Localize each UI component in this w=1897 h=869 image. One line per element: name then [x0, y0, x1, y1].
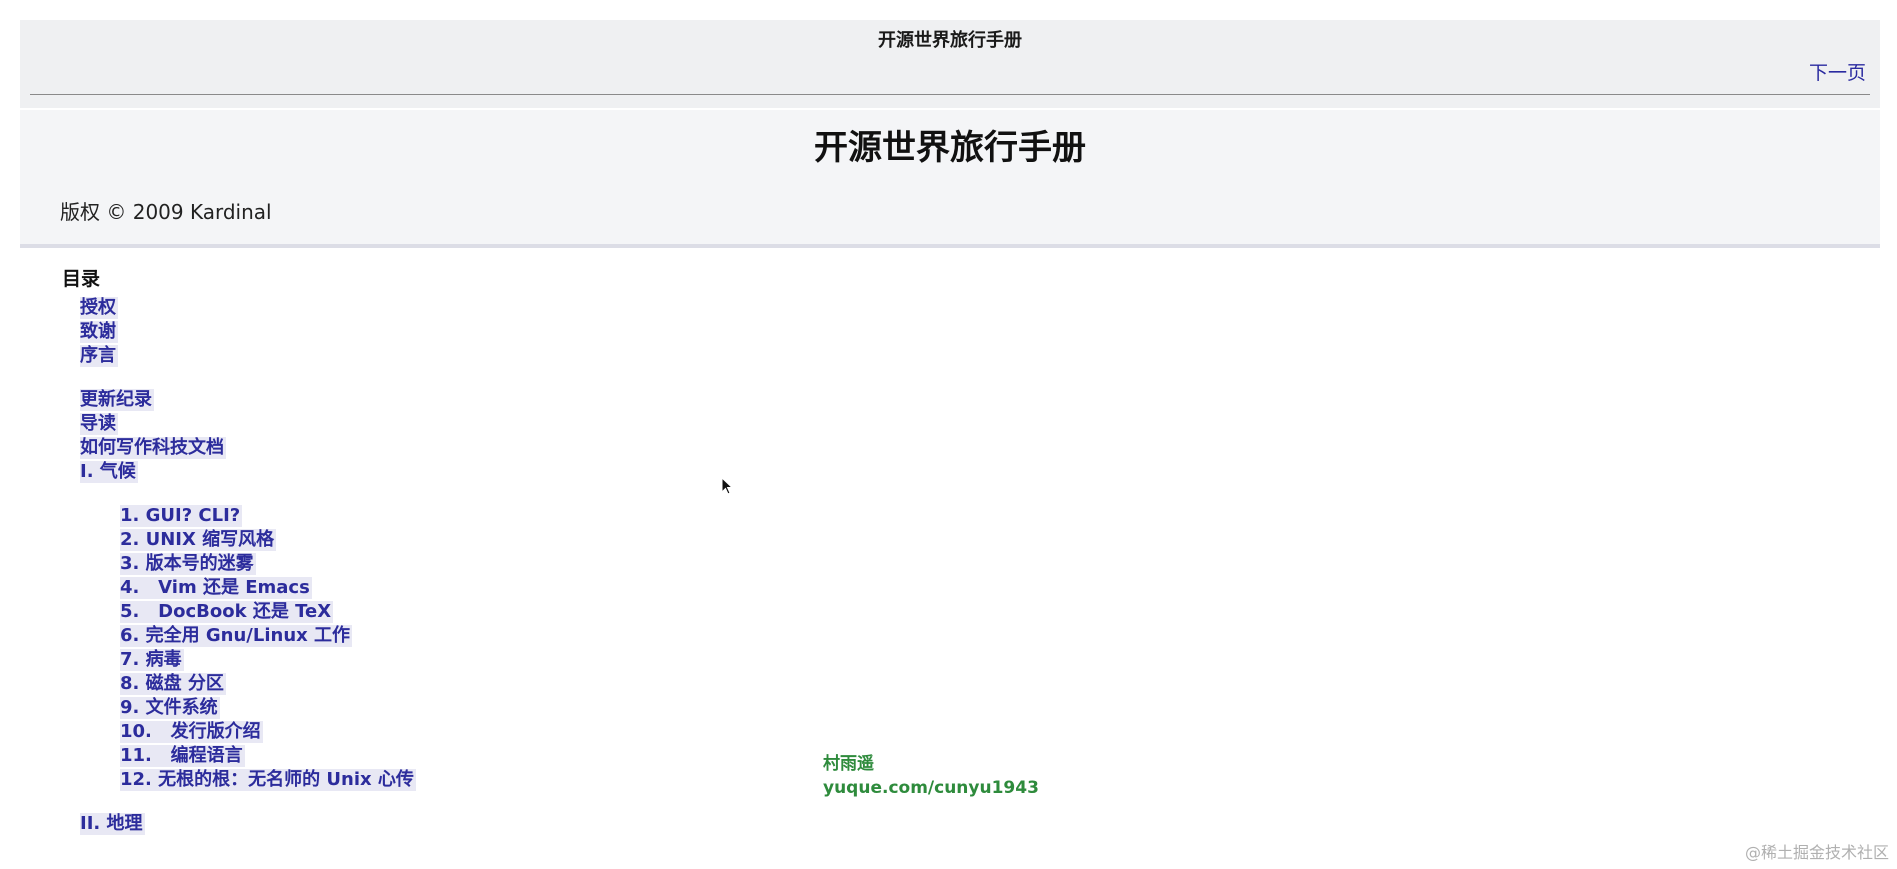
toc-link[interactable]: 8. 磁盘 分区 — [120, 673, 226, 695]
toc-item: 6. 完全用 Gnu/Linux 工作 — [62, 624, 762, 648]
toc-link[interactable]: 9. 文件系统 — [120, 697, 220, 719]
navigation-header: 开源世界旅行手册 下一页 — [20, 20, 1880, 108]
toc-item: II. 地理 — [62, 812, 762, 836]
toc-link[interactable]: 更新纪录 — [80, 389, 154, 411]
toc-item: 如何写作科技文档 — [62, 436, 762, 460]
toc-item: 2. UNIX 缩写风格 — [62, 528, 762, 552]
toc-link[interactable]: 3. 版本号的迷雾 — [120, 553, 256, 575]
toc-link[interactable]: 导读 — [80, 413, 118, 435]
toc-item: 9. 文件系统 — [62, 696, 762, 720]
toc-item: 11. 编程语言 — [62, 744, 762, 768]
book-title: 开源世界旅行手册 — [814, 128, 1086, 168]
nav-header-title: 开源世界旅行手册 — [878, 30, 1022, 51]
toc-item: 3. 版本号的迷雾 — [62, 552, 762, 576]
toc-link[interactable]: 如何写作科技文档 — [80, 437, 226, 459]
toc-link[interactable]: 授权 — [80, 297, 118, 319]
toc-link[interactable]: 12. 无根的根：无名师的 Unix 心传 — [120, 769, 416, 791]
table-of-contents: 目录 授权 致谢 序言 更新纪录 导读 如何写作科技文档 I. 气候 1. GU… — [62, 264, 762, 836]
nav-divider — [30, 94, 1870, 95]
toc-link[interactable]: 5. DocBook 还是 TeX — [120, 601, 334, 623]
title-block: 开源世界旅行手册 版权 © 2009 Kardinal — [20, 110, 1880, 248]
toc-link[interactable]: 序言 — [80, 345, 118, 367]
toc-link[interactable]: I. 气候 — [80, 461, 138, 483]
toc-heading: 目录 — [62, 268, 101, 290]
toc-item: 更新纪录 — [62, 388, 762, 412]
watermark-url: yuque.com/cunyu1943 — [823, 778, 1039, 798]
document-page: 开源世界旅行手册 下一页 开源世界旅行手册 版权 © 2009 Kardinal… — [0, 0, 1897, 869]
toc-link[interactable]: II. 地理 — [80, 813, 145, 835]
toc-link[interactable]: 10. 发行版介绍 — [120, 721, 263, 743]
toc-item: 导读 — [62, 412, 762, 436]
toc-link[interactable]: 致谢 — [80, 321, 118, 343]
toc-item: I. 气候 — [62, 460, 762, 484]
toc-item: 12. 无根的根：无名师的 Unix 心传 — [62, 768, 762, 792]
copyright-notice: 版权 © 2009 Kardinal — [60, 200, 272, 224]
toc-link[interactable]: 7. 病毒 — [120, 649, 184, 671]
mouse-pointer-icon — [721, 477, 733, 495]
toc-item: 序言 — [62, 344, 762, 368]
toc-link[interactable]: 11. 编程语言 — [120, 745, 245, 767]
toc-item: 1. GUI? CLI? — [62, 504, 762, 528]
author-watermark: 村雨遥 yuque.com/cunyu1943 — [823, 752, 1039, 800]
toc-link[interactable]: 4. Vim 还是 Emacs — [120, 577, 312, 599]
toc-item: 4. Vim 还是 Emacs — [62, 576, 762, 600]
toc-link[interactable]: 6. 完全用 Gnu/Linux 工作 — [120, 625, 353, 647]
toc-item: 授权 — [62, 296, 762, 320]
source-watermark: @稀土掘金技术社区 — [1744, 843, 1889, 862]
toc-link[interactable]: 2. UNIX 缩写风格 — [120, 529, 277, 551]
toc-item: 8. 磁盘 分区 — [62, 672, 762, 696]
toc-item: 致谢 — [62, 320, 762, 344]
toc-list: 授权 致谢 序言 更新纪录 导读 如何写作科技文档 I. 气候 1. GUI? … — [62, 296, 762, 836]
toc-link[interactable]: 1. GUI? CLI? — [120, 505, 243, 527]
toc-item: 10. 发行版介绍 — [62, 720, 762, 744]
next-page-link[interactable]: 下一页 — [1809, 58, 1866, 85]
watermark-name: 村雨遥 — [823, 754, 874, 774]
toc-item: 5. DocBook 还是 TeX — [62, 600, 762, 624]
toc-item: 7. 病毒 — [62, 648, 762, 672]
